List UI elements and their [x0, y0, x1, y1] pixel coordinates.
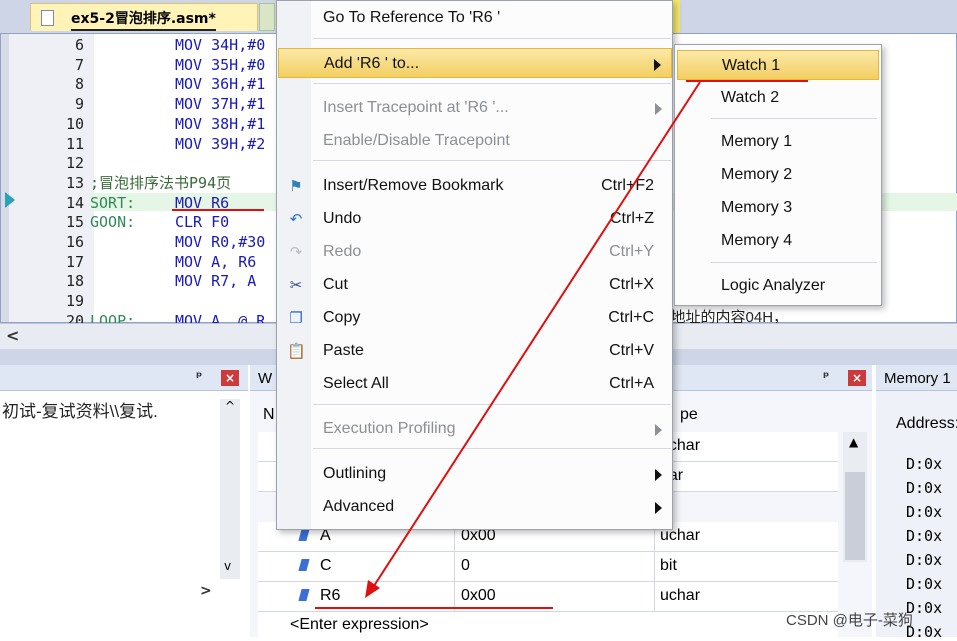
watermark: CSDN @电子-菜狗: [786, 612, 913, 629]
annotation-arrow: [365, 81, 701, 598]
